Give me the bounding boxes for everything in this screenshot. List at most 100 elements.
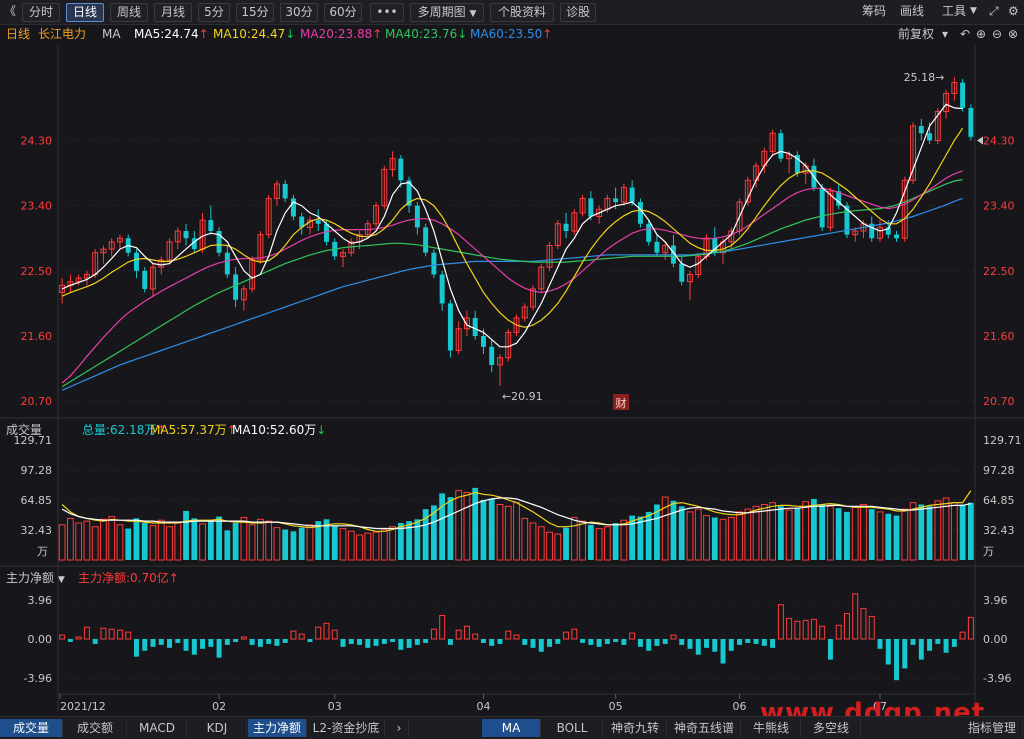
tab-l2-bottom[interactable]: L2-资金抄底	[308, 719, 385, 737]
volume-bar	[496, 503, 504, 561]
tab-boll[interactable]: BOLL	[542, 719, 603, 737]
volume-bar	[570, 516, 578, 561]
flow-bar	[116, 629, 123, 640]
flow-bar	[200, 639, 206, 649]
candle-body	[472, 317, 478, 336]
volume-bar	[760, 503, 768, 561]
volume-bar	[612, 522, 619, 560]
flow-bar	[83, 626, 90, 640]
tab-main-flow[interactable]: 主力净额	[248, 719, 307, 737]
volume-bar	[686, 511, 694, 561]
volume-bar	[851, 506, 859, 561]
tab-nine-turn[interactable]: 神奇九转	[604, 719, 667, 737]
flow-bar	[257, 639, 263, 647]
candle-body	[315, 220, 321, 224]
flow-bar	[240, 636, 247, 640]
candle-body	[489, 346, 495, 365]
candle-body	[398, 158, 404, 181]
flow-bar	[414, 639, 420, 645]
volume-tick-label: 97.28	[21, 464, 53, 477]
volume-bar	[942, 497, 950, 561]
volume-bar	[290, 531, 297, 560]
volume-bar	[777, 506, 784, 560]
volume-bar	[819, 504, 826, 560]
volume-bar	[414, 519, 421, 560]
candle-body	[778, 133, 784, 159]
volume-bar	[678, 506, 685, 560]
tab-indicator-manage[interactable]: 指标管理	[962, 719, 1023, 737]
flow-bar	[827, 639, 833, 660]
flow-bar	[951, 639, 957, 647]
candle-body	[679, 263, 685, 282]
volume-unit-label: 万	[37, 545, 48, 558]
flow-bar	[935, 639, 941, 644]
tab-bull-bear[interactable]: 牛熊线	[742, 719, 801, 737]
candle-body	[927, 133, 933, 141]
volume-ma5-line	[61, 490, 972, 532]
volume-bar	[125, 528, 132, 560]
volume-bar	[719, 518, 727, 561]
candle-body	[480, 335, 486, 347]
tabs-next-icon[interactable]: ›	[390, 719, 409, 737]
tab-kdj[interactable]: KDJ	[188, 719, 247, 737]
flow-bar	[249, 639, 255, 645]
volume-bar	[537, 526, 545, 561]
flow-bar	[885, 639, 891, 665]
flow-bar	[92, 639, 98, 644]
flow-bar	[894, 639, 899, 681]
candle-body	[960, 82, 966, 108]
flow-bar	[943, 639, 949, 653]
volume-bar	[694, 508, 702, 561]
flow-bar	[959, 631, 966, 640]
volume-bar	[447, 497, 454, 560]
flow-bar	[59, 634, 66, 640]
volume-bar	[141, 522, 148, 560]
volume-bar	[909, 502, 917, 561]
tab-five-lines[interactable]: 神奇五线谱	[668, 719, 741, 737]
flow-bar	[513, 634, 520, 640]
volume-bar	[752, 505, 760, 561]
flow-bar	[373, 639, 379, 646]
stock-chart[interactable]: 24.30 24.30 23.40 23.40 22.50 22.50 21.60 21.60…	[0, 0, 1024, 738]
flow-bar	[430, 628, 437, 640]
flow-bar	[860, 608, 867, 640]
candle-body	[968, 107, 974, 137]
flow-bar	[737, 639, 743, 645]
volume-bar	[191, 518, 198, 560]
flow-bar	[794, 620, 801, 640]
tab-ma[interactable]: MA	[482, 719, 541, 737]
flow-tick-label: 3.96	[983, 594, 1008, 607]
candle-body	[290, 198, 296, 217]
tab-long-short[interactable]: 多空线	[802, 719, 861, 737]
x-tick-label: 05	[609, 700, 623, 713]
volume-bar	[265, 520, 273, 561]
flow-bar	[298, 633, 305, 640]
tab-turnover[interactable]: 成交额	[64, 719, 127, 737]
flow-bar	[679, 639, 685, 645]
low-price-label: ←20.91	[502, 390, 543, 403]
tab-volume[interactable]: 成交量	[0, 719, 63, 737]
volume-bar	[166, 526, 173, 561]
volume-bar	[157, 519, 165, 561]
volume-bar	[83, 520, 91, 561]
volume-bar	[529, 522, 537, 561]
flow-bar	[662, 639, 668, 644]
flow-bar	[654, 639, 660, 646]
volume-bar	[216, 516, 222, 560]
volume-bar	[472, 487, 479, 560]
volume-bar	[100, 518, 107, 561]
volume-bar	[364, 532, 372, 561]
price-tick-label: 20.70	[983, 395, 1015, 408]
flow-bar	[365, 639, 371, 648]
flow-bar	[695, 639, 701, 655]
volume-bar	[273, 527, 281, 561]
flow-bar	[472, 633, 479, 640]
volume-tick-label: 129.71	[983, 434, 1022, 447]
candle-body	[208, 220, 214, 231]
tab-macd[interactable]: MACD	[128, 719, 187, 737]
x-tick-label: 06	[733, 700, 747, 713]
flow-tick-label: -3.96	[983, 672, 1011, 685]
candle-body	[224, 252, 230, 275]
volume-bar	[455, 490, 463, 561]
volume-bar	[835, 508, 842, 560]
